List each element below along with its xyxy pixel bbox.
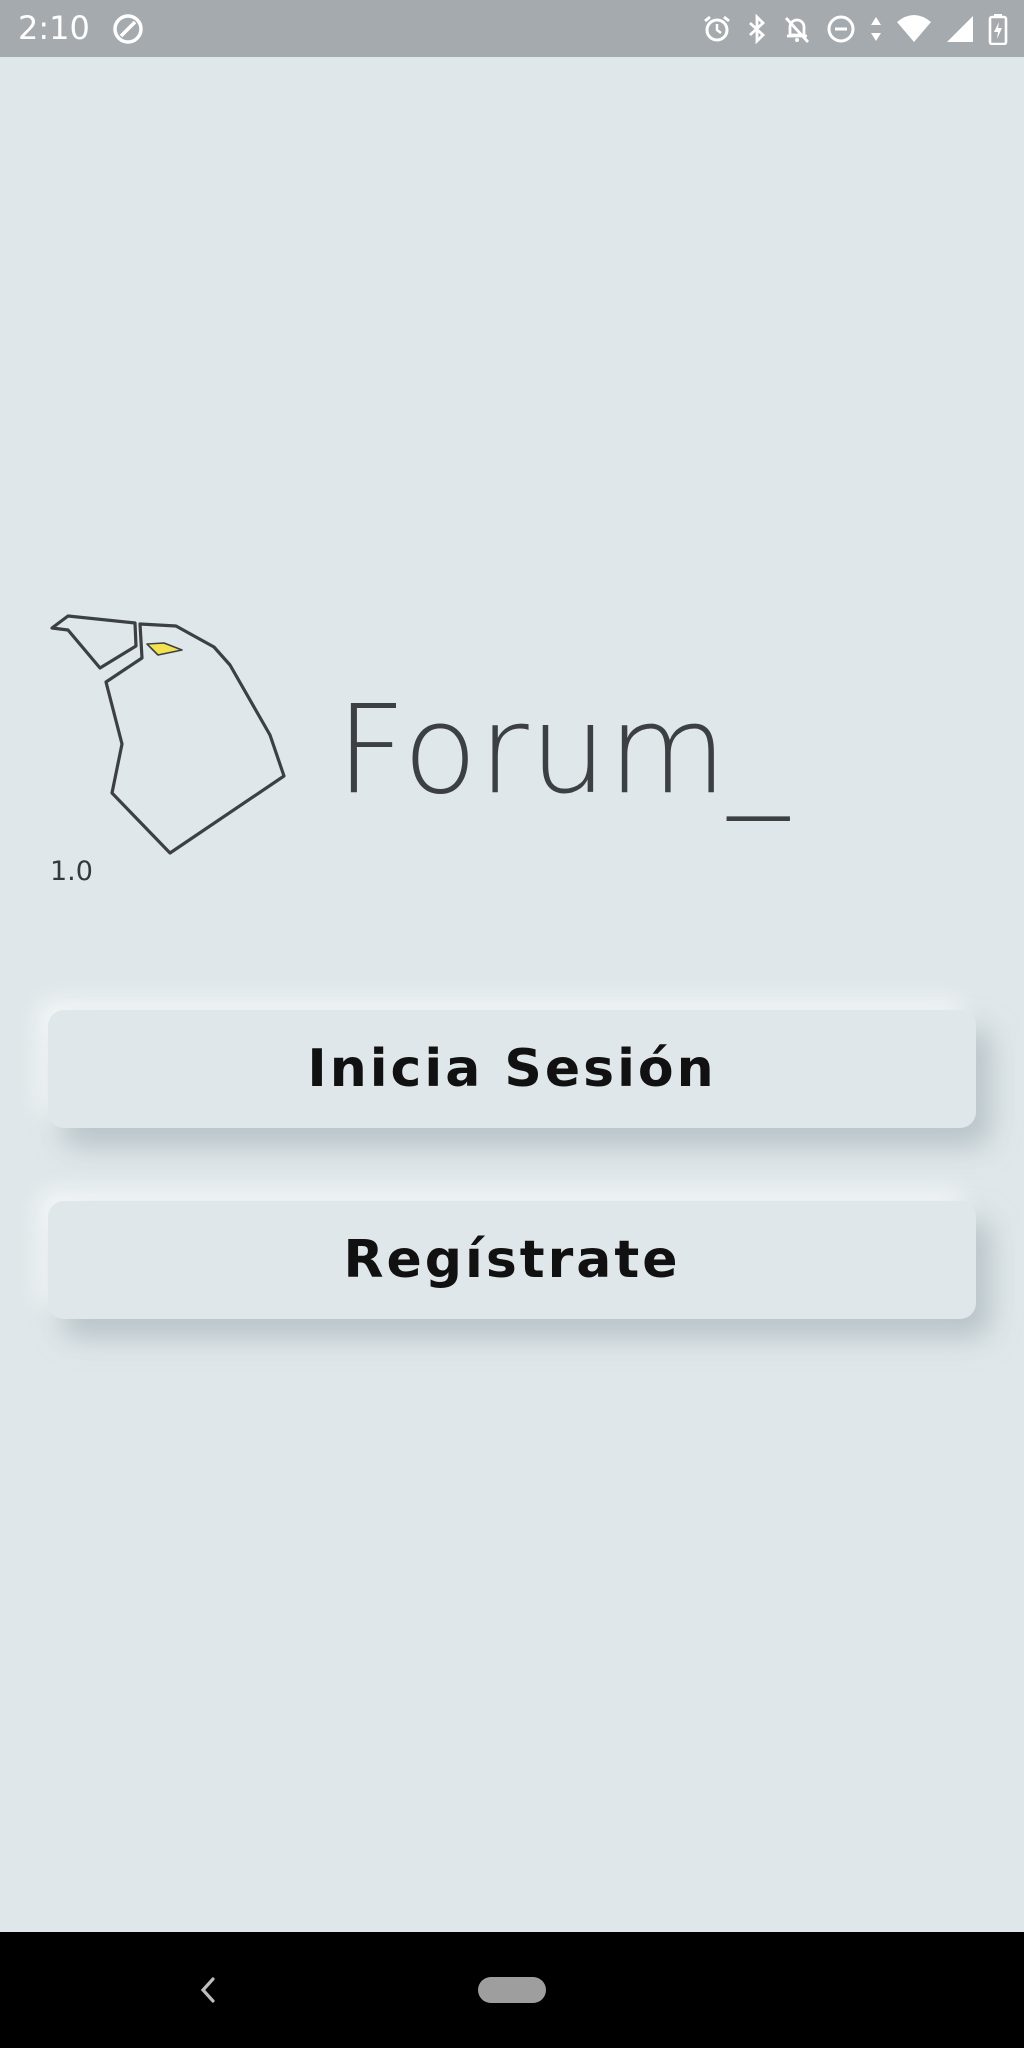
login-button[interactable]: Inicia Sesión: [48, 1010, 976, 1128]
status-time: 2:10: [18, 9, 90, 47]
forum-map-logo-icon: [48, 610, 288, 860]
alarm-icon: [702, 14, 732, 44]
app-screen: 2:10 1.0 Forum_ Inicia Sesión Regístrate: [0, 0, 1024, 2048]
bluetooth-icon: [746, 14, 768, 44]
cell-signal-icon: [946, 14, 974, 44]
data-arrows-icon: [870, 14, 882, 44]
brand-title: Forum_: [336, 679, 790, 821]
do-not-disturb-icon: [826, 14, 856, 44]
home-pill-icon[interactable]: [478, 1977, 546, 2003]
status-bar: 2:10: [0, 0, 1024, 57]
notifications-off-icon: [782, 14, 812, 44]
battery-charging-icon: [988, 13, 1008, 45]
register-button[interactable]: Regístrate: [48, 1201, 976, 1319]
status-icons: [702, 10, 1008, 48]
back-chevron-icon[interactable]: [192, 1972, 224, 2008]
wifi-icon: [896, 14, 932, 44]
data-saver-icon: [112, 13, 144, 45]
navigation-bar: [0, 1932, 1024, 2048]
app-version: 1.0: [50, 856, 93, 887]
